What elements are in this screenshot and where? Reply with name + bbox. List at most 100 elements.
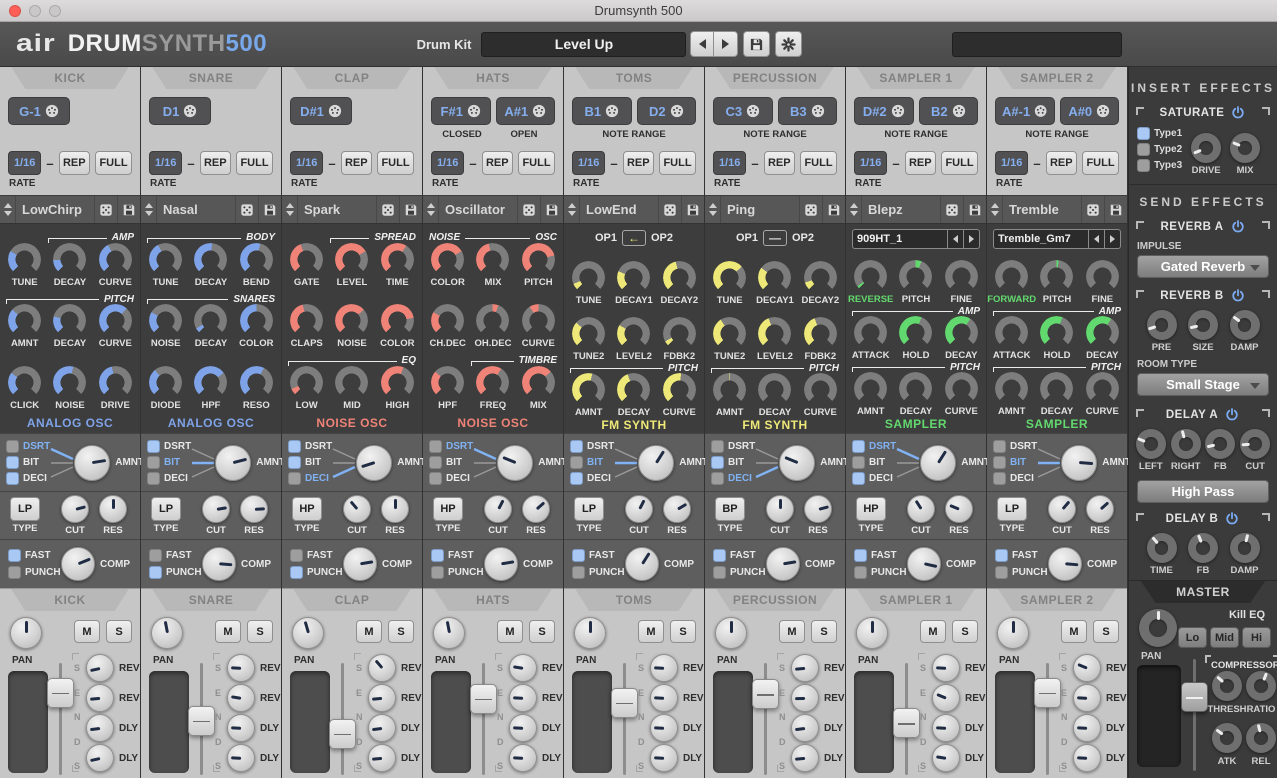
send-knob-rev-b[interactable] xyxy=(368,684,396,712)
rate-value[interactable]: 1/16 xyxy=(8,151,41,175)
fader-handle[interactable] xyxy=(1034,678,1061,708)
engine-knob[interactable]: CURVE xyxy=(1080,372,1125,417)
comp-knob[interactable] xyxy=(61,547,95,581)
save-preset-button[interactable] xyxy=(258,196,281,223)
filter-res-knob[interactable] xyxy=(1086,495,1114,523)
filter-res-knob[interactable] xyxy=(945,495,973,523)
sample-selector[interactable]: Tremble_Gm7 xyxy=(993,229,1121,249)
punch-checkbox[interactable] xyxy=(995,566,1008,579)
engine-knob[interactable]: NOISE xyxy=(329,304,374,349)
filter-type-button[interactable]: HP xyxy=(433,497,463,521)
engine-knob[interactable]: COLOR xyxy=(234,304,279,349)
fast-checkbox[interactable] xyxy=(572,549,585,562)
randomize-button[interactable] xyxy=(799,196,822,223)
note-button[interactable]: D2 xyxy=(637,97,697,125)
mute-button[interactable]: M xyxy=(356,620,382,643)
send-knob-dly-b[interactable] xyxy=(227,744,255,772)
deci-checkbox[interactable] xyxy=(288,472,301,485)
send-knob-dly-a[interactable] xyxy=(650,714,678,742)
sample-prev-button[interactable] xyxy=(1088,230,1104,248)
mute-button[interactable]: M xyxy=(497,620,523,643)
rep-button[interactable]: REP xyxy=(764,151,795,175)
engine-knob[interactable]: CURVE xyxy=(798,373,843,418)
comp-knob[interactable] xyxy=(1048,547,1082,581)
engine-knob[interactable]: AMNT xyxy=(707,373,752,418)
preset-name[interactable]: Oscillator xyxy=(439,202,517,217)
fader-handle[interactable] xyxy=(329,719,356,749)
dsrt-checkbox[interactable] xyxy=(6,440,19,453)
preset-spinner[interactable] xyxy=(423,196,439,223)
pan-knob[interactable] xyxy=(856,617,888,649)
kit-prev-button[interactable] xyxy=(690,31,714,57)
fader-handle[interactable] xyxy=(893,708,920,738)
mute-button[interactable]: M xyxy=(638,620,664,643)
deci-checkbox[interactable] xyxy=(570,472,583,485)
send-knob-rev-b[interactable] xyxy=(86,684,114,712)
engine-knob[interactable]: LEVEL2 xyxy=(611,317,656,362)
dsrt-checkbox[interactable] xyxy=(852,440,865,453)
engine-knob[interactable]: RESO xyxy=(234,366,279,411)
dist-amount-knob[interactable] xyxy=(638,445,674,481)
engine-knob[interactable]: DECAY xyxy=(939,316,984,361)
randomize-button[interactable] xyxy=(658,196,681,223)
send-knob-rev-a[interactable] xyxy=(227,654,255,682)
fast-checkbox[interactable] xyxy=(290,549,303,562)
engine-knob[interactable]: FDBK2 xyxy=(798,317,843,362)
filter-type-button[interactable]: LP xyxy=(10,497,40,521)
filter-type-button[interactable]: LP xyxy=(997,497,1027,521)
rep-button[interactable]: REP xyxy=(1046,151,1077,175)
filter-cut-knob[interactable] xyxy=(61,495,89,523)
solo-button[interactable]: S xyxy=(247,620,273,643)
engine-knob[interactable]: HOLD xyxy=(1034,316,1079,361)
cut-knob[interactable] xyxy=(1240,429,1270,459)
send-knob-rev-b[interactable] xyxy=(1073,684,1101,712)
fb-knob[interactable] xyxy=(1205,429,1235,459)
punch-checkbox[interactable] xyxy=(572,566,585,579)
note-button[interactable]: D#1 xyxy=(290,97,352,125)
solo-button[interactable]: S xyxy=(106,620,132,643)
pan-knob[interactable] xyxy=(151,617,183,649)
randomize-button[interactable] xyxy=(376,196,399,223)
settings-button[interactable] xyxy=(775,31,802,57)
engine-knob[interactable]: LEVEL2 xyxy=(752,317,797,362)
dsrt-checkbox[interactable] xyxy=(570,440,583,453)
dist-amount-knob[interactable] xyxy=(779,445,815,481)
op-route-button[interactable]: — xyxy=(763,230,787,246)
master-fader-handle[interactable] xyxy=(1181,682,1208,712)
engine-knob[interactable]: NOISE xyxy=(143,304,188,349)
damp-knob[interactable] xyxy=(1230,310,1260,340)
dsrt-checkbox[interactable] xyxy=(711,440,724,453)
bit-checkbox[interactable] xyxy=(429,456,442,469)
send-knob-dly-a[interactable] xyxy=(1073,714,1101,742)
punch-checkbox[interactable] xyxy=(713,566,726,579)
rate-value[interactable]: 1/16 xyxy=(290,151,323,175)
randomize-button[interactable] xyxy=(517,196,540,223)
filter-cut-knob[interactable] xyxy=(766,495,794,523)
ratio-knob[interactable] xyxy=(1246,671,1276,701)
engine-knob[interactable]: CH.DEC xyxy=(425,304,470,349)
filter-res-knob[interactable] xyxy=(663,495,691,523)
engine-knob[interactable]: TUNE xyxy=(2,243,47,288)
sample-next-button[interactable] xyxy=(963,230,979,248)
sample-next-button[interactable] xyxy=(1104,230,1120,248)
power-icon[interactable] xyxy=(1224,511,1240,527)
deci-checkbox[interactable] xyxy=(852,472,865,485)
send-knob-rev-a[interactable] xyxy=(650,654,678,682)
preset-spinner[interactable] xyxy=(141,196,157,223)
note-button[interactable]: A#0 xyxy=(1060,97,1120,125)
save-preset-button[interactable] xyxy=(540,196,563,223)
engine-knob[interactable]: DECAY1 xyxy=(611,261,656,306)
left-knob[interactable] xyxy=(1136,429,1166,459)
engine-knob[interactable]: PITCH xyxy=(516,243,561,288)
engine-knob[interactable]: DRIVE xyxy=(93,366,138,411)
engine-knob[interactable]: DECAY xyxy=(1080,316,1125,361)
preset-name[interactable]: LowChirp xyxy=(16,202,94,217)
solo-button[interactable]: S xyxy=(1093,620,1119,643)
bit-checkbox[interactable] xyxy=(288,456,301,469)
engine-knob[interactable]: CLICK xyxy=(2,366,47,411)
full-button[interactable]: FULL xyxy=(941,151,978,175)
solo-button[interactable]: S xyxy=(811,620,837,643)
filter-res-knob[interactable] xyxy=(99,495,127,523)
engine-knob[interactable]: DECAY xyxy=(1034,372,1079,417)
damp-knob[interactable] xyxy=(1230,533,1260,563)
